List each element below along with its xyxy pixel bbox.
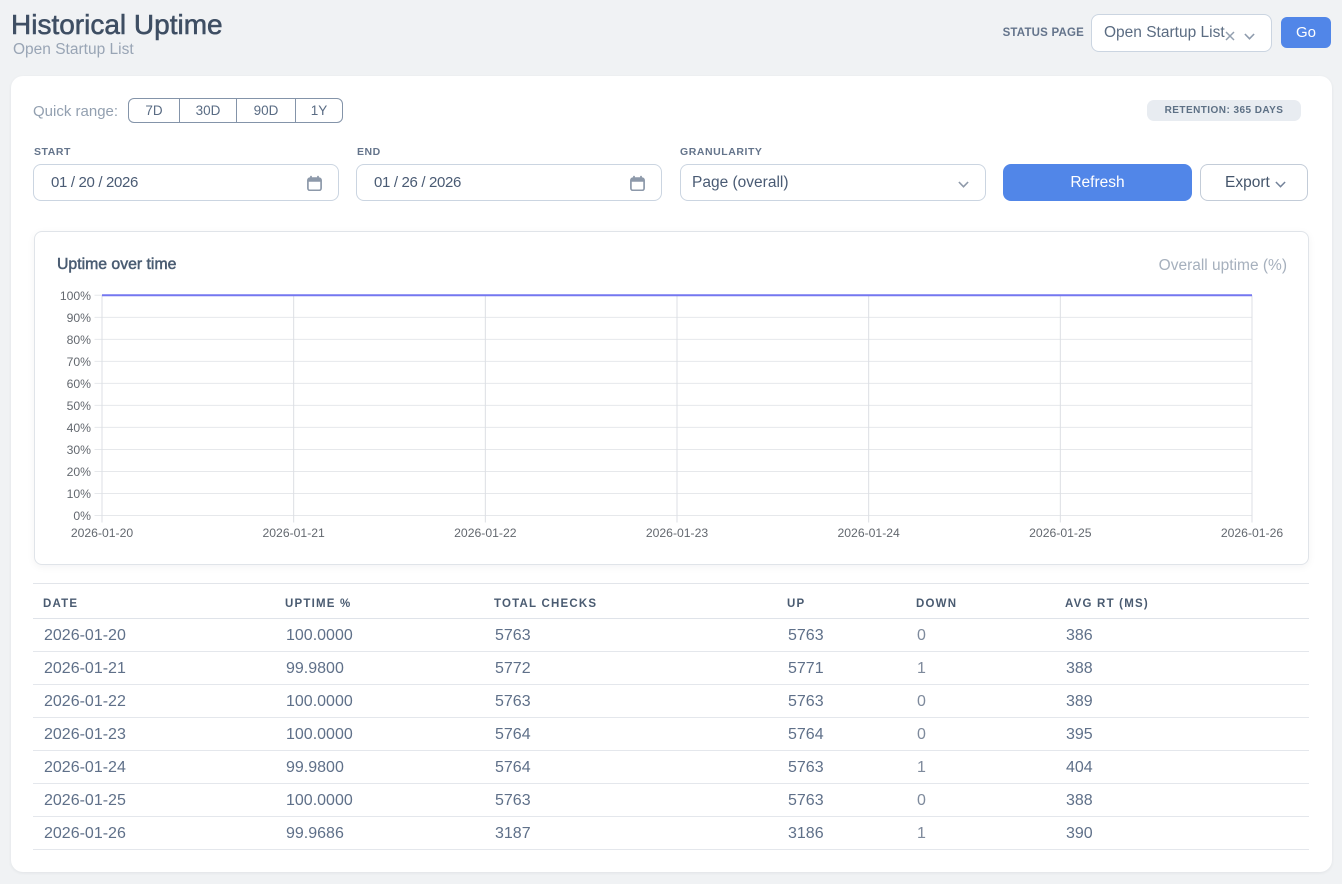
svg-text:2026-01-25: 2026-01-25 xyxy=(1029,526,1092,540)
svg-text:60%: 60% xyxy=(67,377,92,391)
svg-text:40%: 40% xyxy=(67,421,92,435)
svg-text:2026-01-24: 2026-01-24 xyxy=(837,526,900,540)
svg-text:2026-01-21: 2026-01-21 xyxy=(262,526,325,540)
svg-text:10%: 10% xyxy=(67,487,92,501)
svg-text:100%: 100% xyxy=(60,289,91,303)
svg-text:90%: 90% xyxy=(67,311,92,325)
svg-text:20%: 20% xyxy=(67,465,92,479)
svg-text:2026-01-22: 2026-01-22 xyxy=(454,526,517,540)
svg-text:50%: 50% xyxy=(67,399,92,413)
svg-text:2026-01-20: 2026-01-20 xyxy=(71,526,134,540)
svg-text:0%: 0% xyxy=(73,509,91,523)
svg-text:2026-01-23: 2026-01-23 xyxy=(646,526,709,540)
svg-text:70%: 70% xyxy=(67,355,92,369)
svg-text:80%: 80% xyxy=(67,333,92,347)
svg-text:30%: 30% xyxy=(67,443,92,457)
svg-text:2026-01-26: 2026-01-26 xyxy=(1221,526,1284,540)
